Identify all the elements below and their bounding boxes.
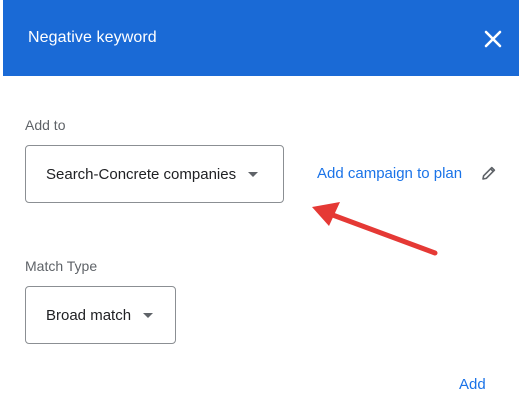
dialog-header: Negative keyword [3,0,519,76]
match-type-label: Match Type [25,258,98,274]
match-type-select-value: Broad match [46,306,132,324]
close-icon [484,30,502,48]
annotation-arrow [312,202,438,256]
match-type-select[interactable]: Broad match [25,286,176,344]
pencil-icon[interactable] [480,164,498,182]
add-campaign-to-plan-link[interactable]: Add campaign to plan [317,165,462,182]
chevron-down-icon [143,312,154,318]
campaign-select-value: Search-Concrete companies [46,165,237,183]
add-to-label: Add to [25,117,66,133]
close-button[interactable] [481,27,505,51]
add-button[interactable]: Add [459,376,486,393]
dialog-title: Negative keyword [28,29,157,46]
chevron-down-icon [248,171,259,177]
campaign-select[interactable]: Search-Concrete companies [25,145,284,203]
